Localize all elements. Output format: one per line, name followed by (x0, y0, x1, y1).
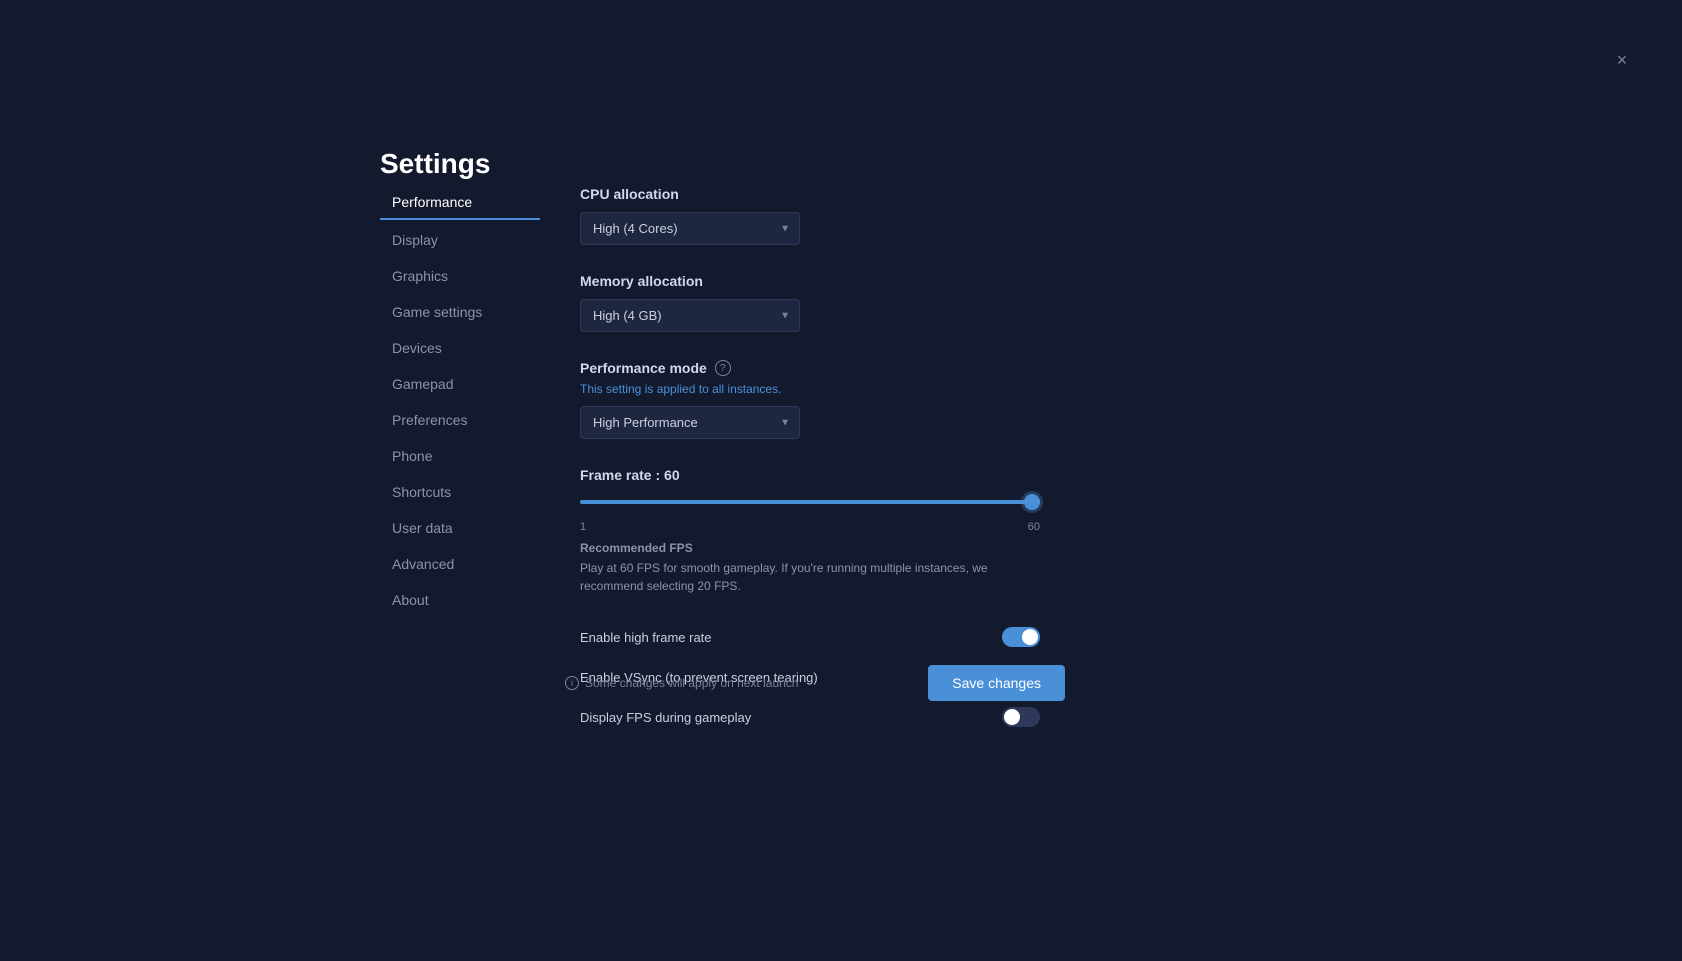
cpu-allocation-wrapper: High (4 Cores) ▼ (580, 212, 800, 245)
slider-max-label: 60 (1028, 521, 1040, 533)
sidebar-item-about[interactable]: About (380, 584, 540, 616)
cpu-allocation-group: CPU allocation High (4 Cores) ▼ (580, 186, 1160, 245)
memory-allocation-label: Memory allocation (580, 273, 1160, 289)
sidebar-item-advanced[interactable]: Advanced (380, 548, 540, 580)
sidebar-item-performance[interactable]: Performance (380, 186, 540, 220)
sidebar-item-display[interactable]: Display (380, 224, 540, 256)
toggle-knob-display-fps (1004, 709, 1020, 725)
sidebar-item-preferences[interactable]: Preferences (380, 404, 540, 436)
cpu-allocation-label: CPU allocation (580, 186, 1160, 202)
toggle-label-high-frame-rate: Enable high frame rate (580, 630, 712, 645)
settings-container: Performance Display Graphics Game settin… (380, 130, 1160, 731)
toggle-row-display-fps: Display FPS during gameplay (580, 703, 1040, 731)
cpu-allocation-select[interactable]: High (4 Cores) (580, 212, 800, 245)
frame-rate-section: Frame rate : 60 1 60 Recommended FPS Pla… (580, 467, 1160, 595)
frame-rate-slider[interactable] (580, 500, 1040, 504)
main-content: CPU allocation High (4 Cores) ▼ Memory a… (580, 186, 1160, 731)
sidebar-item-user-data[interactable]: User data (380, 512, 540, 544)
fps-note: Recommended FPS Play at 60 FPS for smoot… (580, 541, 1160, 595)
footer-note: i Some changes will apply on next launch (565, 676, 798, 690)
performance-mode-help-icon[interactable]: ? (715, 360, 731, 376)
performance-mode-label: Performance mode (580, 360, 707, 376)
performance-mode-wrapper: High Performance ▼ (580, 406, 800, 439)
toggle-display-fps[interactable] (1002, 707, 1040, 727)
sidebar-item-shortcuts[interactable]: Shortcuts (380, 476, 540, 508)
sidebar-item-graphics[interactable]: Graphics (380, 260, 540, 292)
slider-min-label: 1 (580, 521, 586, 533)
performance-mode-hint: This setting is applied to all instances… (580, 382, 1160, 396)
fps-note-title: Recommended FPS (580, 541, 1160, 555)
memory-allocation-group: Memory allocation High (4 GB) ▼ (580, 273, 1160, 332)
frame-rate-label: Frame rate : 60 (580, 467, 1160, 483)
toggle-label-display-fps: Display FPS during gameplay (580, 710, 751, 725)
performance-mode-select[interactable]: High Performance (580, 406, 800, 439)
toggle-knob-high-frame-rate (1022, 629, 1038, 645)
sidebar-item-game-settings[interactable]: Game settings (380, 296, 540, 328)
slider-container (580, 491, 1040, 509)
footer-note-text: Some changes will apply on next launch (585, 676, 798, 690)
performance-mode-label-row: Performance mode ? (580, 360, 1160, 376)
memory-allocation-wrapper: High (4 GB) ▼ (580, 299, 800, 332)
save-button[interactable]: Save changes (928, 665, 1065, 701)
slider-range-labels: 1 60 (580, 521, 1040, 533)
toggle-high-frame-rate[interactable] (1002, 627, 1040, 647)
fps-note-text: Play at 60 FPS for smooth gameplay. If y… (580, 559, 1020, 595)
info-icon: i (565, 676, 579, 690)
performance-mode-group: Performance mode ? This setting is appli… (580, 360, 1160, 439)
sidebar-item-devices[interactable]: Devices (380, 332, 540, 364)
close-button[interactable]: × (1610, 48, 1634, 72)
memory-allocation-select[interactable]: High (4 GB) (580, 299, 800, 332)
footer-bar: i Some changes will apply on next launch… (565, 665, 1065, 701)
toggle-row-high-frame-rate: Enable high frame rate (580, 623, 1040, 651)
sidebar-item-phone[interactable]: Phone (380, 440, 540, 472)
sidebar-item-gamepad[interactable]: Gamepad (380, 368, 540, 400)
sidebar: Performance Display Graphics Game settin… (380, 186, 540, 731)
